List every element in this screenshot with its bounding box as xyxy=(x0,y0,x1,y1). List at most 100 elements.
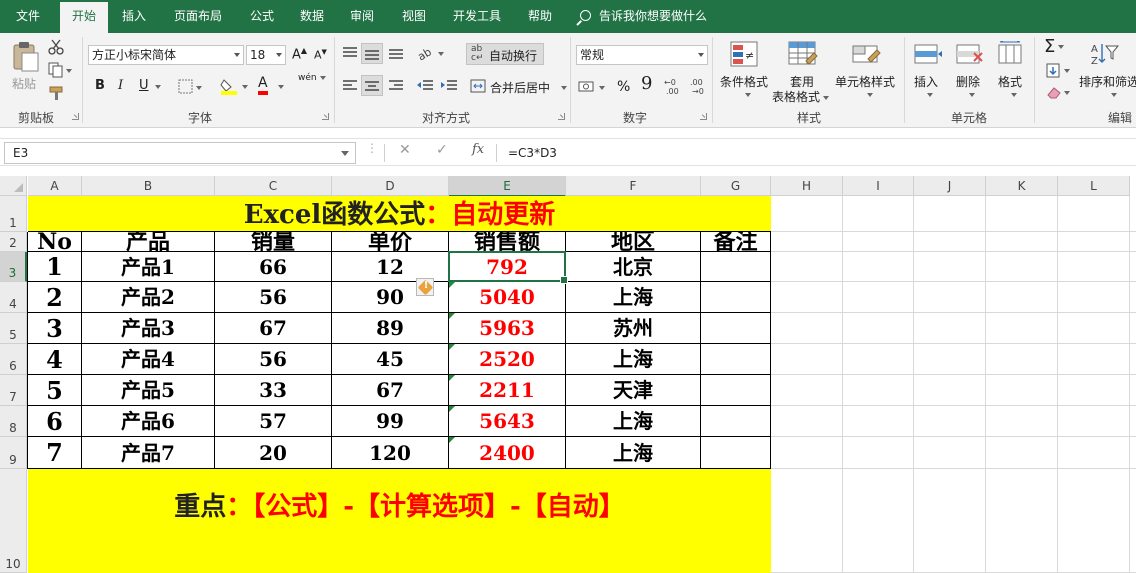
phonetic-button[interactable]: wén xyxy=(298,73,326,83)
table-cell[interactable] xyxy=(701,252,771,282)
table-header-cell[interactable]: No xyxy=(28,232,82,252)
decrease-indent-icon[interactable] xyxy=(416,79,434,93)
column-header-f[interactable]: F xyxy=(566,176,701,196)
table-cell[interactable]: 7 xyxy=(28,437,82,469)
table-cell[interactable] xyxy=(701,313,771,344)
orientation-icon[interactable]: ab xyxy=(416,45,444,61)
format-cells-button[interactable]: 格式 xyxy=(994,39,1030,101)
tell-me-search[interactable]: 告诉我你想要做什么 xyxy=(580,0,707,33)
row-header-6[interactable]: 6 xyxy=(0,344,27,375)
tab-page-layout[interactable]: 页面布局 xyxy=(166,0,230,33)
delete-cells-button[interactable]: 删除 xyxy=(952,39,988,101)
decrease-decimal-icon[interactable]: .00→0 xyxy=(690,77,712,95)
formula-input[interactable]: =C3*D3 xyxy=(500,142,1132,164)
font-color-button[interactable]: A xyxy=(258,76,268,95)
paste-button[interactable]: 粘贴 xyxy=(8,39,42,99)
active-cell-selection[interactable] xyxy=(448,251,568,284)
table-cell[interactable]: 66 xyxy=(215,252,332,282)
tab-help[interactable]: 帮助 xyxy=(518,0,562,33)
table-cell[interactable]: 产品1 xyxy=(82,252,215,282)
table-cell[interactable]: 4 xyxy=(28,344,82,375)
table-cell[interactable]: 3 xyxy=(28,313,82,344)
table-header-cell[interactable]: 备注 xyxy=(701,232,771,252)
table-cell[interactable] xyxy=(701,437,771,469)
table-cell[interactable]: 上海 xyxy=(566,282,701,313)
table-header-cell[interactable]: 地区 xyxy=(566,232,701,252)
row-header-9[interactable]: 9 xyxy=(0,437,27,469)
cell-styles-button[interactable]: 单元格样式 xyxy=(834,39,900,101)
autosum-button[interactable]: Σ xyxy=(1044,36,1065,57)
enter-icon[interactable]: ✓ xyxy=(436,142,448,158)
tab-review[interactable]: 审阅 xyxy=(340,0,384,33)
table-cell[interactable]: 产品5 xyxy=(82,375,215,406)
font-color-dropdown-icon[interactable] xyxy=(278,85,284,89)
row-header-10[interactable]: 10 xyxy=(0,469,27,573)
wrap-text-button[interactable]: ab c↵ 自动换行 xyxy=(466,43,544,65)
column-header-l[interactable]: L xyxy=(1058,176,1130,196)
font-name-select[interactable]: 方正小标宋简体 xyxy=(88,45,244,65)
table-cell[interactable]: 产品4 xyxy=(82,344,215,375)
column-header-g[interactable]: G xyxy=(701,176,771,196)
fill-color-icon[interactable] xyxy=(220,77,248,95)
row-header-4[interactable]: 4 xyxy=(0,282,27,313)
borders-icon[interactable] xyxy=(178,79,202,95)
cancel-icon[interactable]: ✕ xyxy=(399,142,411,158)
sales-amount-cell[interactable]: 2400 xyxy=(449,437,566,469)
grow-font-button[interactable]: A▲ xyxy=(292,46,307,62)
table-header-cell[interactable]: 单价 xyxy=(332,232,449,252)
table-header-cell[interactable]: 销售额 xyxy=(449,232,566,252)
underline-dropdown-icon[interactable] xyxy=(155,85,161,89)
column-header-e[interactable]: E xyxy=(449,176,566,197)
number-launcher-icon[interactable] xyxy=(700,113,707,120)
table-cell[interactable]: 56 xyxy=(215,282,332,313)
table-cell[interactable]: 56 xyxy=(215,344,332,375)
table-header-cell[interactable]: 产品 xyxy=(82,232,215,252)
tab-home[interactable]: 开始 xyxy=(60,2,108,33)
table-cell[interactable]: 33 xyxy=(215,375,332,406)
conditional-format-button[interactable]: ≠ 条件格式 xyxy=(718,39,772,101)
table-cell[interactable]: 2 xyxy=(28,282,82,313)
row-header-5[interactable]: 5 xyxy=(0,313,27,344)
table-cell[interactable]: 产品3 xyxy=(82,313,215,344)
name-box[interactable]: E3 xyxy=(4,142,356,164)
align-right-icon[interactable] xyxy=(388,79,404,93)
table-cell[interactable]: 57 xyxy=(215,406,332,437)
table-cell[interactable]: 上海 xyxy=(566,406,701,437)
table-cell[interactable]: 上海 xyxy=(566,344,701,375)
shrink-font-button[interactable]: A▼ xyxy=(314,48,327,62)
table-cell[interactable] xyxy=(701,282,771,313)
align-left-icon[interactable] xyxy=(342,79,358,93)
column-header-j[interactable]: J xyxy=(914,176,986,196)
insert-cells-button[interactable]: 插入 xyxy=(910,39,946,101)
row-header-1[interactable]: 1 xyxy=(0,196,27,232)
align-top-icon[interactable] xyxy=(342,46,358,60)
tab-data[interactable]: 数据 xyxy=(290,0,334,33)
copy-icon[interactable] xyxy=(48,62,72,78)
column-header-b[interactable]: B xyxy=(82,176,215,196)
column-header-h[interactable]: H xyxy=(771,176,843,196)
row-header-2[interactable]: 2 xyxy=(0,232,27,252)
font-launcher-icon[interactable] xyxy=(322,113,329,120)
font-size-select[interactable]: 18 xyxy=(246,45,286,65)
row-header-3[interactable]: 3 xyxy=(0,252,27,282)
column-header-k[interactable]: K xyxy=(986,176,1058,196)
tab-view[interactable]: 视图 xyxy=(392,0,436,33)
number-format-select[interactable]: 常规 xyxy=(576,45,708,65)
sales-amount-cell[interactable]: 2520 xyxy=(449,344,566,375)
align-middle-button[interactable] xyxy=(361,43,383,64)
cut-icon[interactable] xyxy=(48,39,64,55)
sales-amount-cell[interactable]: 5963 xyxy=(449,313,566,344)
table-cell[interactable] xyxy=(701,375,771,406)
table-cell[interactable]: 45 xyxy=(332,344,449,375)
column-header-i[interactable]: I xyxy=(843,176,914,196)
sales-amount-cell[interactable]: 5643 xyxy=(449,406,566,437)
table-cell[interactable]: 67 xyxy=(332,375,449,406)
percent-button[interactable]: % xyxy=(617,79,630,95)
column-header-d[interactable]: D xyxy=(332,176,449,196)
error-warning-icon[interactable]: ! xyxy=(416,278,434,296)
alignment-launcher-icon[interactable] xyxy=(558,113,565,120)
table-cell[interactable] xyxy=(701,344,771,375)
increase-indent-icon[interactable] xyxy=(440,79,458,93)
table-cell[interactable]: 1 xyxy=(28,252,82,282)
format-as-table-button[interactable]: 套用 表格格式 xyxy=(772,39,830,104)
